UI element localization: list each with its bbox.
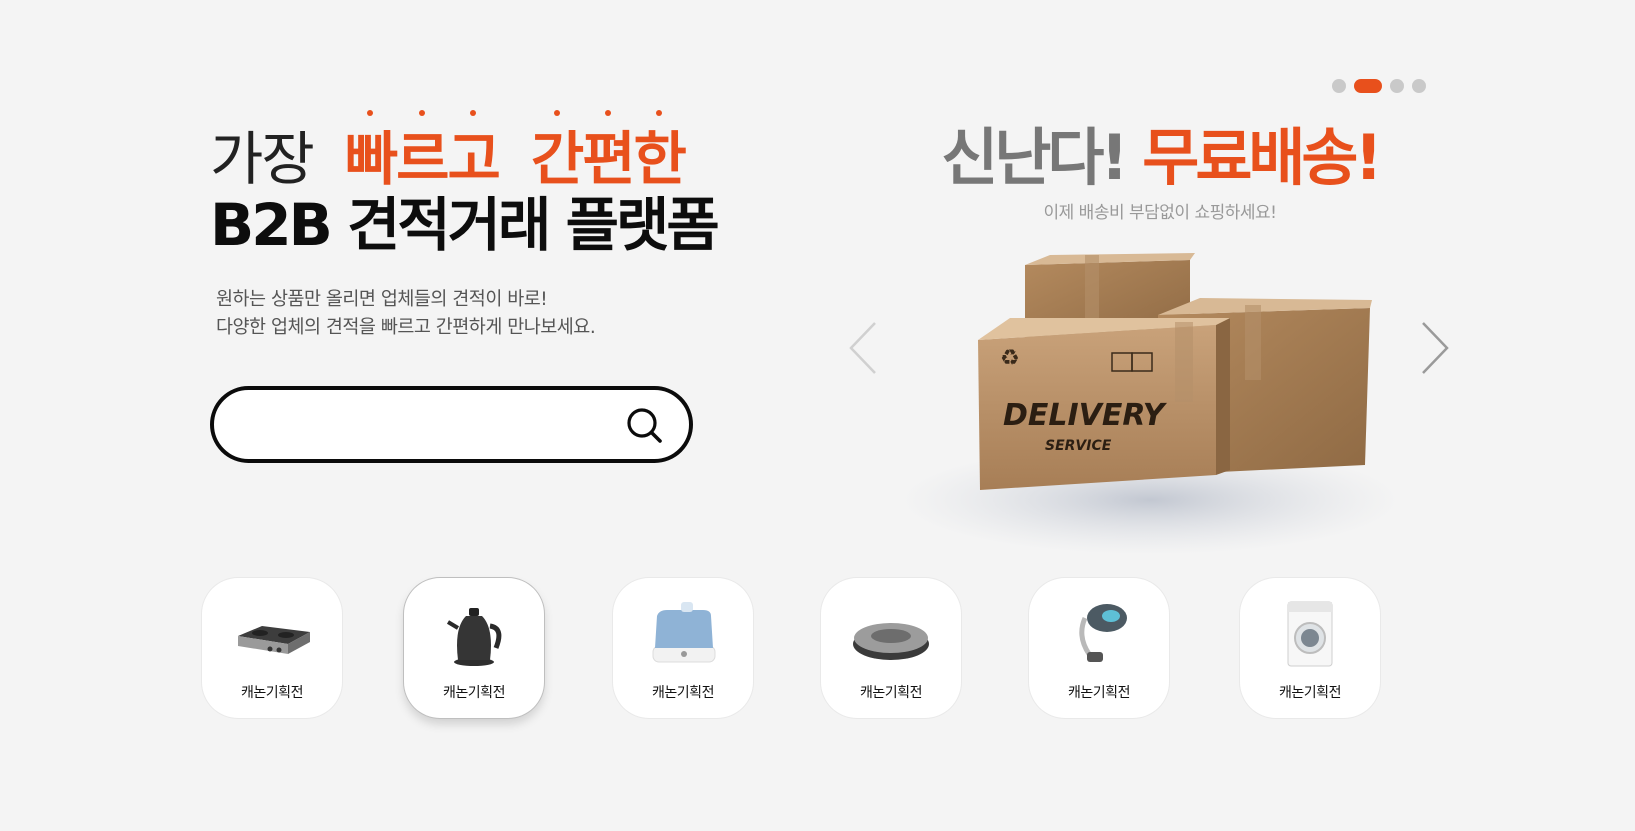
gas-stove-icon [238,626,310,654]
category-label: 캐논기획전 [443,685,505,701]
delivery-boxes-image: ♻ DELIVERY SERVICE [900,250,1400,560]
category-label: 캐논기획전 [1068,685,1130,701]
banner-title-orange: 무료배송! [1142,121,1382,194]
category-tile-robot-vacuum[interactable]: 캐논기획전 [821,578,961,718]
box-sublabel: SERVICE [1045,438,1112,454]
hero-headline-line2: B2B 견적거래 플랫폼 [210,191,720,259]
category-label: 캐논기획전 [860,685,922,701]
carousel-next-button[interactable] [1415,318,1455,378]
hero-word-fast: 빠르고 [345,110,501,188]
hero-word-fast-text: 빠르고 [344,125,501,193]
carousel-dot-1[interactable] [1332,79,1346,93]
svg-text:♻: ♻ [1000,346,1020,371]
chevron-right-icon [1422,322,1449,374]
search-bar [210,386,693,463]
hero-headline-line1: 가장 빠르고 간편한 [210,98,710,188]
category-tile-washing-machine[interactable]: 캐논기획전 [1240,578,1380,718]
box-label: DELIVERY [1003,398,1168,433]
carousel-prev-button[interactable] [845,318,885,378]
carousel-pagination [1332,79,1426,93]
banner-title-gray: 신난다! [941,121,1128,194]
electric-kettle-icon [446,608,502,666]
hero-description-line2: 다양한 업체의 견적을 빠르고 간편하게 만나보세요. [216,317,596,338]
hero-section: 가장 빠르고 간편한 B2B 견적거래 플랫폼 원하는 상품만 올리면 업체들의… [210,98,720,342]
category-label: 캐논기획전 [241,685,303,701]
hero-description-line1: 원하는 상품만 올리면 업체들의 견적이 바로! [216,289,548,310]
emphasis-dots [531,110,685,116]
washing-machine-icon [1287,601,1333,667]
search-input[interactable] [242,408,612,442]
carousel-dot-4[interactable] [1412,79,1426,93]
category-tile-steam-iron[interactable]: 캐논기획전 [1029,578,1169,718]
hero-word-easy-text: 간편한 [530,125,687,193]
robot-vacuum-icon [853,623,929,660]
humidifier-icon [652,602,716,663]
steam-iron-icon [1079,604,1127,662]
hero-description: 원하는 상품만 올리면 업체들의 견적이 바로! 다양한 업체의 견적을 빠르고… [210,286,710,342]
carousel-dot-3[interactable] [1390,79,1404,93]
banner-subtitle: 이제 배송비 부담없이 쇼핑하세요! [1043,203,1278,223]
category-tile-humidifier[interactable]: 캐논기획전 [613,578,753,718]
hero-word-easy: 간편한 [531,110,687,188]
category-label: 캐논기획전 [652,685,714,701]
carousel-dot-2-active[interactable] [1354,79,1382,93]
search-icon [627,408,662,443]
category-tile-gas-stove[interactable]: 캐논기획전 [202,578,342,718]
search-button[interactable] [625,406,665,446]
hero-word-fastest: 가장 [210,125,315,193]
chevron-left-icon [849,322,876,374]
banner-title: 신난다! 무료배송! [940,118,1382,198]
category-tile-kettle[interactable]: 캐논기획전 [404,578,544,718]
emphasis-dots [345,110,499,116]
category-label: 캐논기획전 [1279,685,1341,701]
